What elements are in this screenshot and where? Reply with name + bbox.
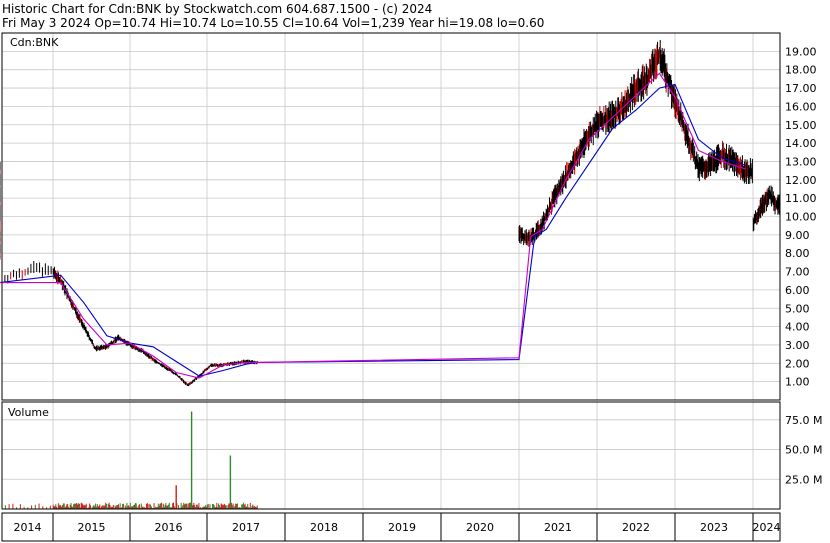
price-tick-label: 2.00 <box>785 357 810 370</box>
year-label: 2015 <box>78 521 106 534</box>
volume-tick-label: 50.0 M <box>785 444 822 457</box>
price-tick-label: 9.00 <box>785 229 810 242</box>
year-label: 2020 <box>466 521 494 534</box>
price-bars <box>0 40 781 387</box>
price-tick-label: 5.00 <box>785 302 810 315</box>
year-label: 2022 <box>622 521 650 534</box>
moving-average-short-line <box>0 72 746 379</box>
year-label: 2016 <box>155 521 183 534</box>
price-tick-label: 10.00 <box>785 211 817 224</box>
price-tick-label: 6.00 <box>785 284 810 297</box>
price-tick-label: 4.00 <box>785 321 810 334</box>
price-tick-label: 1.00 <box>785 376 810 389</box>
volume-bars <box>4 411 258 509</box>
price-tick-label: 17.00 <box>785 82 817 95</box>
price-tick-label: 7.00 <box>785 266 810 279</box>
year-label: 2019 <box>388 521 416 534</box>
year-label: 2023 <box>700 521 728 534</box>
volume-tick-label: 75.0 M <box>785 414 822 427</box>
price-tick-label: 14.00 <box>785 137 817 150</box>
price-tick-label: 16.00 <box>785 100 817 113</box>
price-panel-title: Cdn:BNK <box>10 36 59 49</box>
volume-tick-label: 25.0 M <box>785 473 822 486</box>
moving-average-long-line <box>0 83 746 377</box>
price-grid <box>2 33 780 400</box>
volume-grid <box>2 402 780 509</box>
year-label: 2014 <box>14 521 42 534</box>
price-tick-label: 12.00 <box>785 174 817 187</box>
year-axis-labels: 2014 2015 2016 2017 2018 2019 2020 2021 2022 2023… <box>14 513 781 541</box>
price-tick-label: 15.00 <box>785 119 817 132</box>
year-label: 2024 <box>753 521 781 534</box>
price-axis-labels: 1.00 2.00 3.00 4.00 5.00 6.00 7.00 8.00 9.00 10.0… <box>785 45 817 388</box>
volume-panel-frame <box>1 401 781 510</box>
price-tick-label: 11.00 <box>785 192 817 205</box>
price-tick-label: 18.00 <box>785 64 817 77</box>
volume-axis-labels: 25.0 M 50.0 M 75.0 M <box>785 414 822 486</box>
volume-panel-title: Volume <box>8 406 49 419</box>
stock-chart: 1.00 2.00 3.00 4.00 5.00 6.00 7.00 8.00 9.00 10.0… <box>0 32 822 542</box>
year-label: 2021 <box>544 521 572 534</box>
price-tick-label: 19.00 <box>785 45 817 58</box>
price-tick-label: 8.00 <box>785 247 810 260</box>
year-label: 2017 <box>232 521 260 534</box>
year-label: 2018 <box>310 521 338 534</box>
price-tick-label: 13.00 <box>785 155 817 168</box>
price-tick-label: 3.00 <box>785 339 810 352</box>
